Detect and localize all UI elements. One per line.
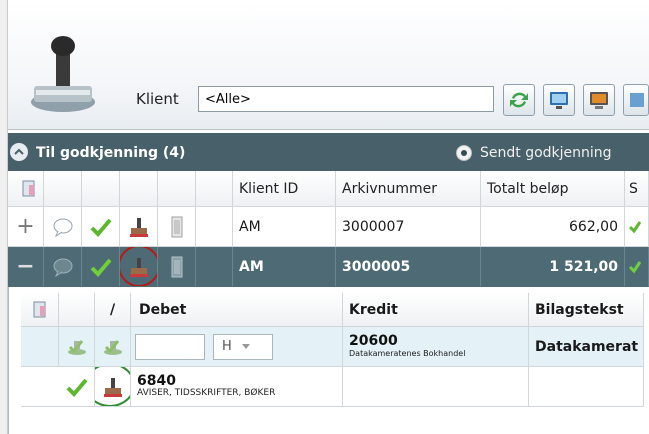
window-left-edge xyxy=(0,0,8,434)
detail-line-row[interactable]: 6840 AVISER, TIDSSKRIFTER, BØKER xyxy=(21,367,649,407)
totalt-belop-cell: 662,00 xyxy=(481,207,625,247)
debet-input[interactable] xyxy=(135,333,205,360)
debet-edit-cell[interactable]: H xyxy=(131,327,343,367)
column-header-klient-id[interactable]: Klient ID xyxy=(233,171,336,207)
approve-cell[interactable] xyxy=(82,247,120,287)
header-doc xyxy=(158,171,196,207)
section-bar: Til godkjenning (4) Sendt godkjenning xyxy=(8,133,649,171)
expand-button[interactable]: + xyxy=(8,207,44,247)
tool-icon xyxy=(630,93,644,107)
document-cell[interactable] xyxy=(158,207,196,247)
sendt-radio[interactable] xyxy=(456,145,472,161)
status-icon xyxy=(629,220,641,233)
red-highlight-circle xyxy=(120,247,157,286)
header-stamp xyxy=(120,171,158,207)
table-row-selected[interactable]: − AM 3000005 1 521,00 xyxy=(8,247,649,287)
column-header-slash[interactable]: / xyxy=(95,293,131,327)
collapse-icon[interactable] xyxy=(10,143,28,161)
app-window: Klient <Alle> Til godkjenning (4) Sendt … xyxy=(0,0,649,434)
approve-stamp-icon xyxy=(103,339,122,355)
bilagstekst-cell xyxy=(529,367,644,407)
column-header-kredit[interactable]: Kredit xyxy=(343,293,529,327)
empty-cell xyxy=(196,207,233,247)
column-header-s[interactable]: S xyxy=(625,171,649,207)
grid-header-row: Klient ID Arkivnummer Totalt beløp S xyxy=(8,171,649,207)
comment-cell[interactable] xyxy=(44,247,82,287)
klient-input[interactable] xyxy=(198,86,494,112)
column-chooser-icon xyxy=(33,301,45,317)
stamp-icon xyxy=(129,217,148,237)
detail-header-row: / Debet Kredit Bilagstekst xyxy=(21,293,649,327)
document-icon xyxy=(171,256,182,277)
monitor-icon xyxy=(550,92,568,109)
status-cell xyxy=(625,247,649,287)
checkmark-icon xyxy=(66,378,88,397)
column-header-totalt-belop[interactable]: Totalt beløp xyxy=(481,171,625,207)
kredit-code: 20600 xyxy=(349,333,398,350)
sendt-radio-label[interactable]: Sendt godkjenning xyxy=(480,145,612,161)
empty-cell xyxy=(196,247,233,287)
approve-stamp-icon xyxy=(67,339,86,355)
detail-input-row[interactable]: H 20600 Datakameratenes Bokhandel Dataka… xyxy=(21,327,649,367)
approve-cell[interactable] xyxy=(82,207,120,247)
green-highlight-circle xyxy=(95,367,130,406)
arkivnummer-cell: 3000007 xyxy=(336,207,481,247)
column-header-debet[interactable]: Debet xyxy=(131,293,343,327)
column-header-bilagstekst[interactable]: Bilagstekst xyxy=(529,293,644,327)
status-cell xyxy=(625,207,649,247)
klient-id-cell: AM xyxy=(233,207,336,247)
document-icon xyxy=(171,216,182,237)
detail-panel: / Debet Kredit Bilagstekst H 20600 Datak… xyxy=(8,287,649,434)
checkmark-icon xyxy=(90,258,112,277)
stamp-cell[interactable] xyxy=(120,207,158,247)
debet-cell: 6840 AVISER, TIDSSKRIFTER, BØKER xyxy=(131,367,343,407)
approve-cell[interactable] xyxy=(59,367,95,407)
comment-icon xyxy=(53,218,72,237)
side-select[interactable]: H xyxy=(213,333,273,360)
screen-button[interactable] xyxy=(543,84,575,116)
detail-column-chooser[interactable] xyxy=(21,293,59,327)
column-header-arkivnummer[interactable]: Arkivnummer xyxy=(336,171,481,207)
header-approve xyxy=(82,171,120,207)
header-comment xyxy=(44,171,82,207)
side-select-value: H xyxy=(222,339,232,354)
kredit-cell xyxy=(343,367,529,407)
arkivnummer-cell: 3000005 xyxy=(336,247,481,287)
detail-empty-cell xyxy=(21,367,59,407)
kredit-cell: 20600 Datakameratenes Bokhandel xyxy=(343,327,529,367)
section-title: Til godkjenning (4) xyxy=(36,145,186,161)
refresh-icon xyxy=(510,92,528,108)
totalt-belop-cell: 1 521,00 xyxy=(481,247,625,287)
header-toolbar: Klient xyxy=(8,0,649,130)
comment-cell[interactable] xyxy=(44,207,82,247)
detail-empty-cell xyxy=(21,327,59,367)
collapse-button[interactable]: − xyxy=(8,247,44,287)
debet-code: 6840 xyxy=(137,372,176,389)
comment-icon xyxy=(53,258,72,277)
kredit-name: Datakameratenes Bokhandel xyxy=(349,348,466,358)
stamp-logo-icon xyxy=(31,36,95,112)
header-empty xyxy=(196,171,233,207)
column-chooser-icon xyxy=(22,180,34,196)
debet-name: AVISER, TIDSSKRIFTER, BØKER xyxy=(137,388,276,399)
document-cell[interactable] xyxy=(158,247,196,287)
approve-stamp-cell[interactable] xyxy=(59,327,95,367)
klient-label: Klient xyxy=(136,90,179,108)
table-row[interactable]: + AM 3000007 662,00 xyxy=(8,207,649,247)
detail-header-empty xyxy=(59,293,95,327)
checkmark-icon xyxy=(90,218,112,237)
bilagstekst-cell: Datakamerat xyxy=(529,327,644,367)
column-chooser-cell[interactable] xyxy=(8,171,44,207)
chevron-down-icon xyxy=(241,343,250,349)
status-icon xyxy=(629,260,641,273)
stamp-cell[interactable] xyxy=(95,367,131,407)
klient-id-cell: AM xyxy=(233,247,336,287)
stamp-cell[interactable] xyxy=(120,247,158,287)
refresh-button[interactable] xyxy=(503,84,535,116)
computer-icon xyxy=(590,92,608,109)
more-button[interactable] xyxy=(623,84,649,116)
approve-stamp-cell-2[interactable] xyxy=(95,327,131,367)
desktop-button[interactable] xyxy=(583,84,615,116)
